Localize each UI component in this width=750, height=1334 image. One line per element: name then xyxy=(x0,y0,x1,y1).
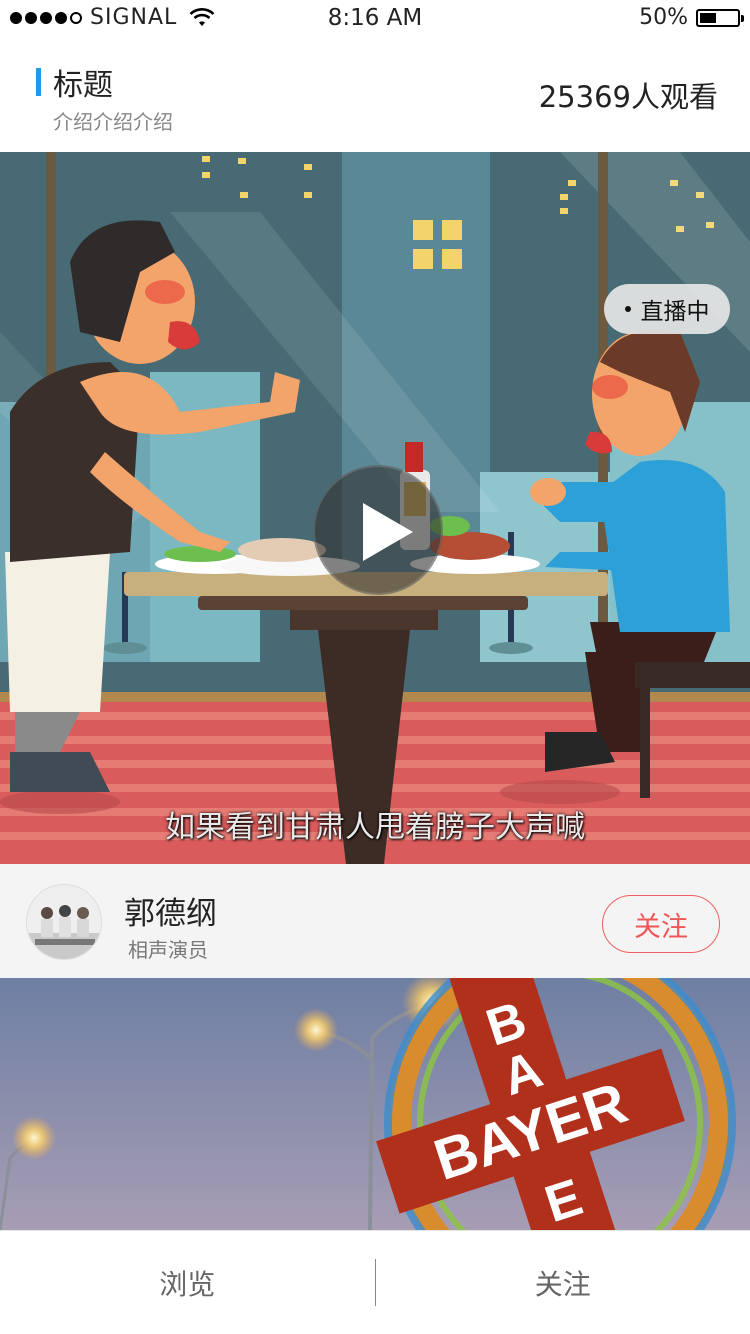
page-title: 标题 xyxy=(53,68,113,103)
tab-browse[interactable]: 浏览 xyxy=(0,1231,375,1334)
live-dot-icon xyxy=(624,306,631,312)
bayer-banner-image: B A E BAYER xyxy=(0,978,750,1230)
page-header: 标题 介绍介绍介绍 25369人观看 xyxy=(0,40,750,152)
anchor-name[interactable]: 郭德纲 xyxy=(124,888,217,933)
tab-follow[interactable]: 关注 xyxy=(376,1231,750,1334)
status-right: 50% xyxy=(639,5,744,30)
anchor-role: 相声演员 xyxy=(128,938,208,962)
status-time: 8:16 AM xyxy=(327,5,423,31)
live-badge: 直播中 xyxy=(604,284,730,334)
play-button[interactable] xyxy=(313,465,443,595)
battery-fill xyxy=(700,12,716,23)
viewer-count: 25369人观看 xyxy=(538,80,718,114)
live-label: 直播中 xyxy=(640,299,710,325)
video-player[interactable]: 直播中 如果看到甘肃人甩着膀子大声喊 xyxy=(0,152,750,864)
anchor-profile: 郭德纲 相声演员 关注 xyxy=(0,864,750,978)
play-icon xyxy=(363,503,413,561)
bottom-tab-bar: 浏览 关注 xyxy=(0,1230,750,1334)
battery-percent: 50% xyxy=(639,5,688,30)
avatar[interactable] xyxy=(26,884,102,960)
status-bar: SIGNAL 8:16 AM 50% xyxy=(0,0,750,40)
video-caption: 如果看到甘肃人甩着膀子大声喊 xyxy=(165,810,585,845)
page-subtitle: 介绍介绍介绍 xyxy=(53,110,173,134)
follow-button[interactable]: 关注 xyxy=(602,895,720,953)
bayer-banner[interactable]: B A E BAYER xyxy=(0,978,750,1230)
avatar-image xyxy=(27,885,101,959)
title-accent-bar xyxy=(36,68,41,96)
battery-icon xyxy=(696,8,744,27)
